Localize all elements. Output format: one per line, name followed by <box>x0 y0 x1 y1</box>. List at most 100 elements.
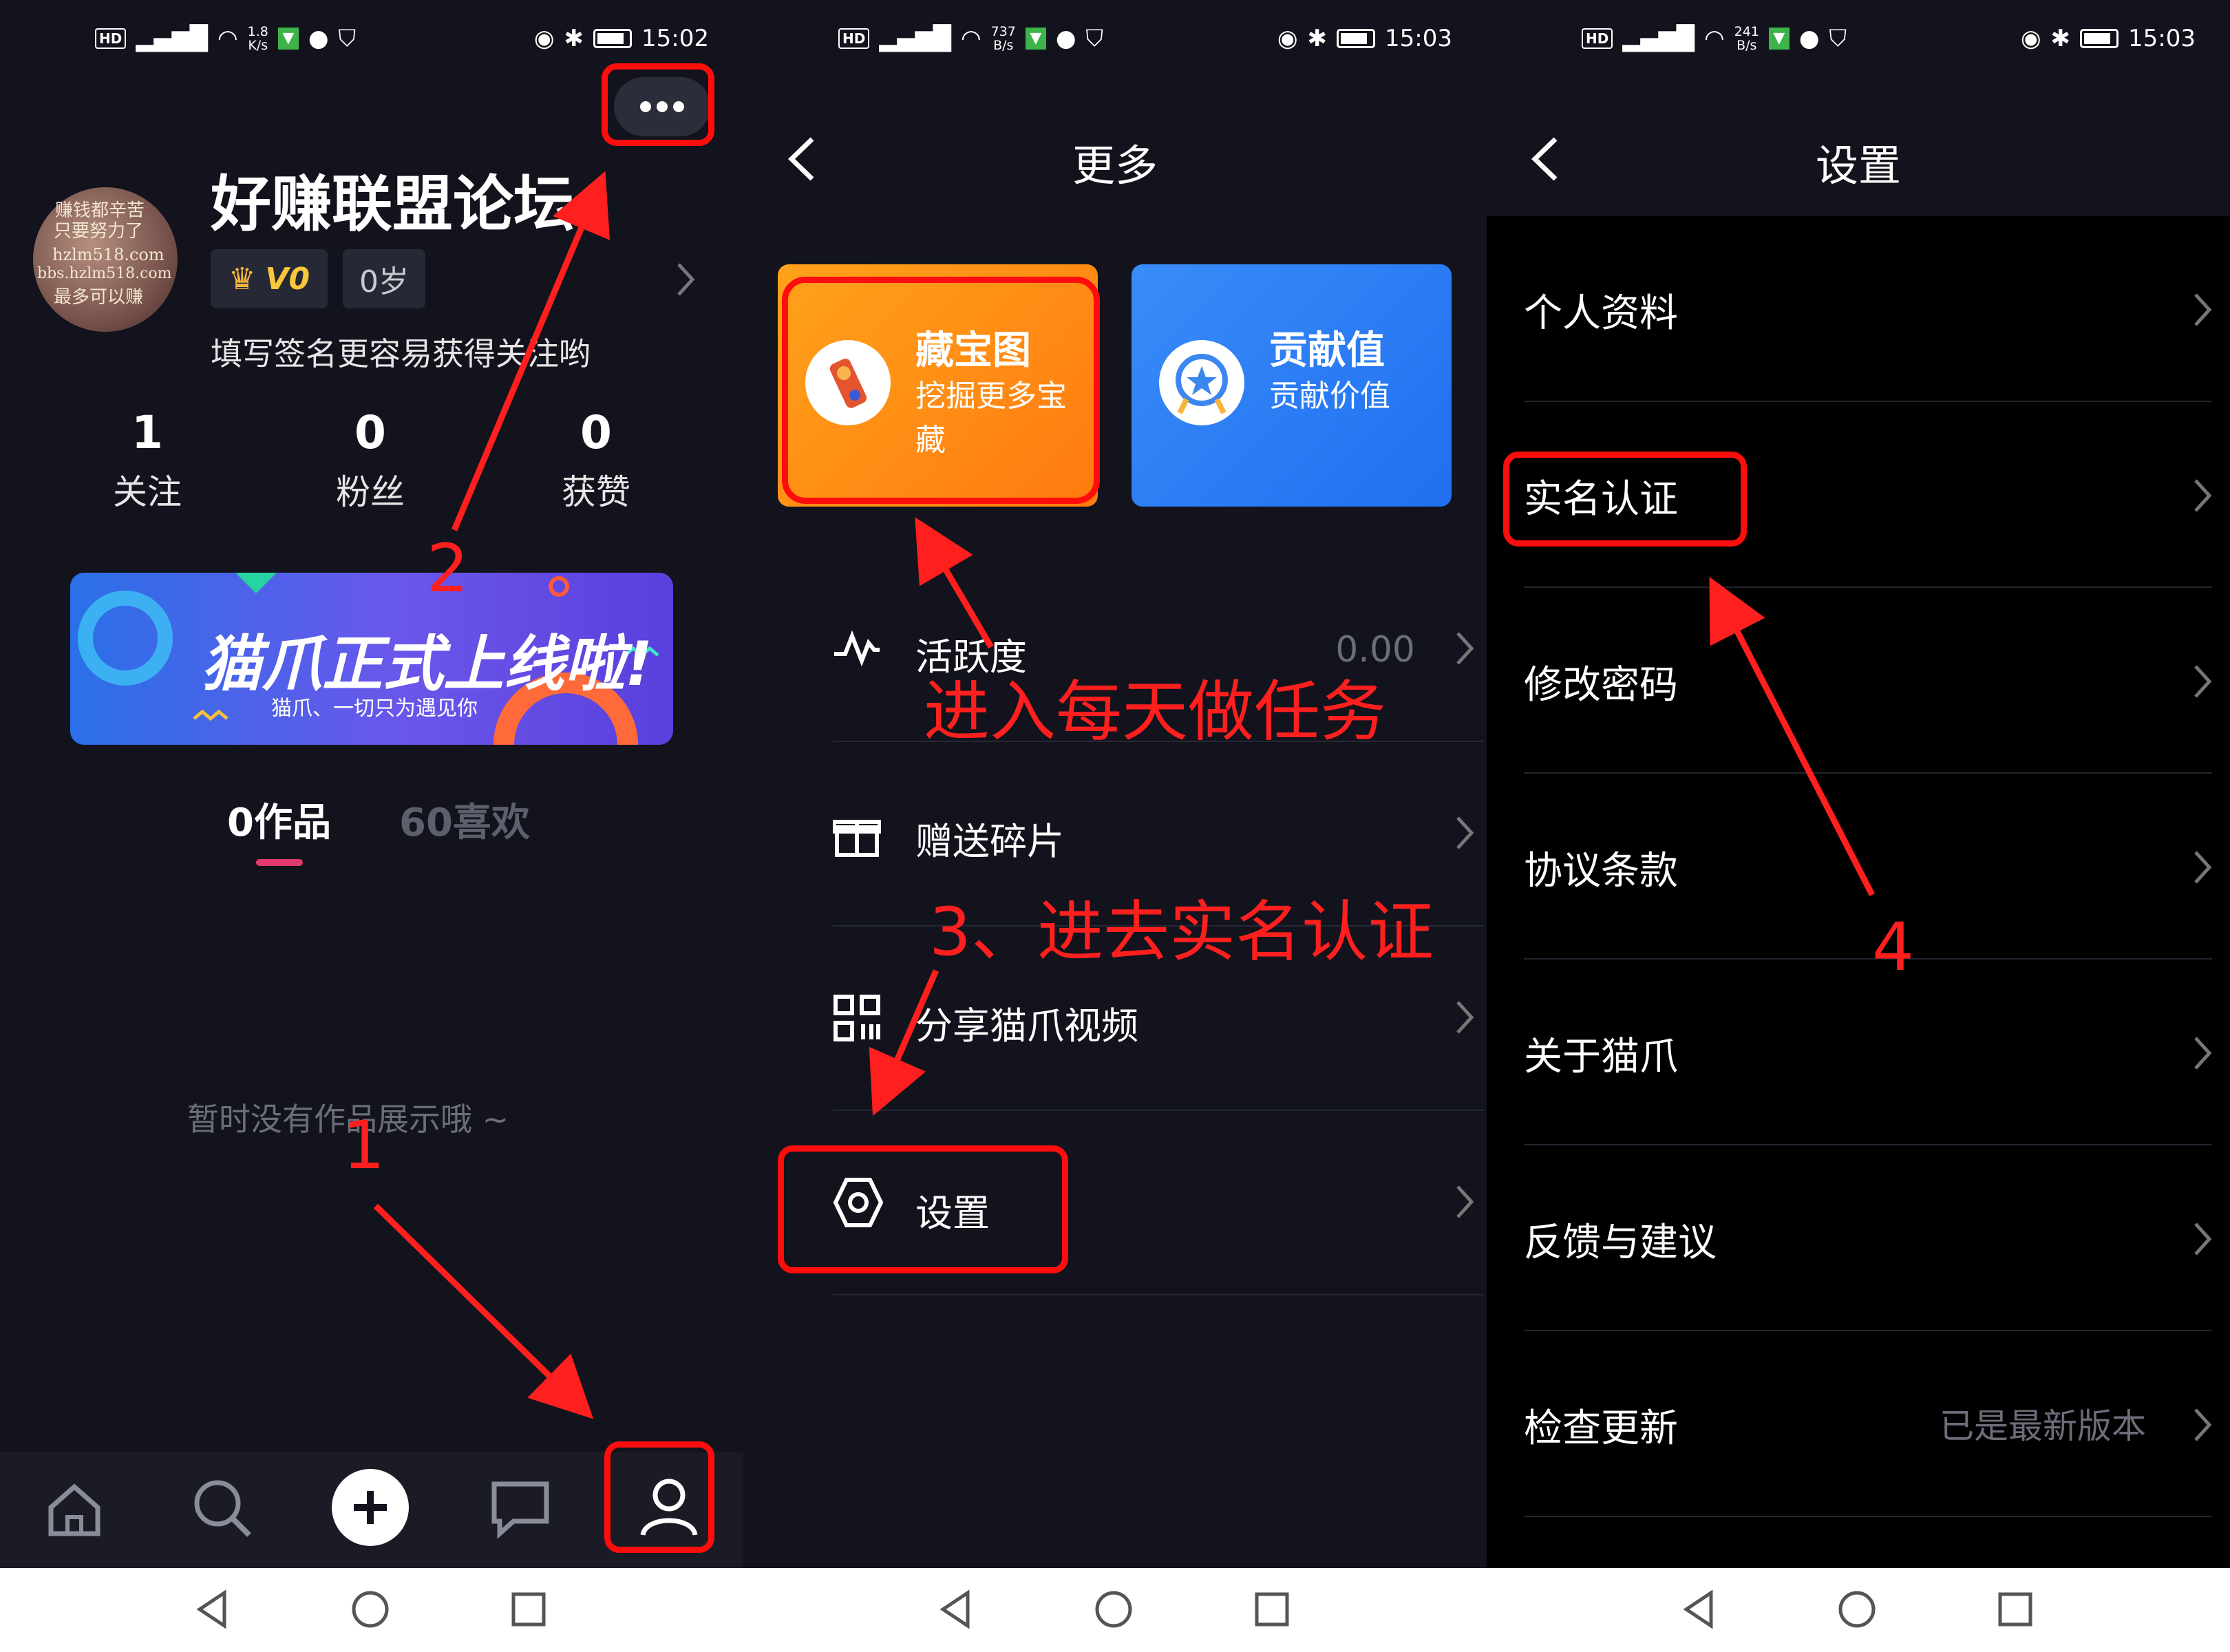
activity-icon <box>834 630 880 667</box>
settings-list: 个人资料 实名认证 修改密码 协议条款 关于猫爪 反馈与建议 检查更新 已是最新… <box>1487 216 2230 1568</box>
gift-icon <box>833 820 881 857</box>
annotation-step-1: 1 <box>343 1107 385 1184</box>
back-nav-icon[interactable] <box>936 1589 977 1630</box>
row-label: 分享猫爪视频 <box>915 1004 1138 1048</box>
row-feedback[interactable]: 反馈与建议 <box>1524 1145 2212 1331</box>
net-speed: 737 B/s <box>990 24 1016 53</box>
eye-icon: ◉ <box>1277 25 1298 52</box>
row-terms[interactable]: 协议条款 <box>1524 774 2212 960</box>
more-screen: HD ▂▄▆█ ◠ 737 B/s ▼ ● ⛉ ◉ ✱ 15:03 更多 藏宝图 … <box>743 0 1487 1568</box>
system-nav-bar <box>0 1568 2230 1652</box>
page-title: 设置 <box>1815 140 1901 191</box>
hd-icon: HD <box>95 28 127 49</box>
row-about[interactable]: 关于猫爪 <box>1524 960 2212 1145</box>
battery-icon <box>1337 29 1376 48</box>
app-notification-icon: ▼ <box>1768 28 1790 50</box>
home-nav-icon[interactable] <box>1093 1589 1134 1630</box>
shield-icon: ⛉ <box>338 25 357 52</box>
message-icon[interactable] <box>479 1466 562 1549</box>
recents-nav-icon[interactable] <box>508 1589 549 1630</box>
chevron-right-icon <box>2194 1222 2212 1256</box>
profile-screen: HD ▂▄▆█ ◠ 1.8 K/s ▼ ● ⛉ ◉ ✱ 15:02 赚钱都辛苦 只… <box>0 0 743 1568</box>
update-status: 已是最新版本 <box>1940 1406 2146 1446</box>
card-title: 贡献值 <box>1269 328 1385 373</box>
avatar[interactable]: 赚钱都辛苦 只要努力了 hzlm518.com bbs.hzlm518.com … <box>33 187 178 332</box>
annotation-step-3: 3、进去实名认证 <box>929 893 1434 971</box>
eye-icon: ◉ <box>2020 25 2041 52</box>
status-bar: HD ▂▄▆█ ◠ 1.8 K/s ▼ ● ⛉ ◉ ✱ 15:02 <box>0 25 743 66</box>
chevron-right-icon <box>1456 1001 1474 1034</box>
bluetooth-icon: ✱ <box>2050 25 2071 52</box>
signal-icon: ▂▄▆█ <box>879 25 951 52</box>
home-nav-icon[interactable] <box>1836 1589 1878 1630</box>
profile-chevron-icon[interactable] <box>675 262 695 297</box>
add-icon[interactable] <box>329 1466 412 1549</box>
chevron-right-icon <box>2194 1037 2212 1070</box>
highlight-real-name <box>1503 452 1747 547</box>
shield-icon: ⛉ <box>1829 25 1847 52</box>
shield-icon: ⛉ <box>1085 25 1104 52</box>
chevron-right-icon <box>1456 816 1474 849</box>
back-nav-icon[interactable] <box>1679 1589 1721 1630</box>
crown-icon: ♛ <box>228 261 256 297</box>
back-nav-icon[interactable] <box>193 1589 234 1630</box>
chevron-right-icon <box>2194 851 2212 884</box>
tab-likes[interactable]: 60喜欢 <box>399 792 530 847</box>
chevron-right-icon <box>2194 293 2212 326</box>
app-notification-icon: ▼ <box>1025 28 1046 50</box>
annotation-step-4: 4 <box>1872 909 1915 986</box>
settings-screen: HD ▂▄▆█ ◠ 241 B/s ▼ ● ⛉ ◉ ✱ 15:03 设置 个人资料… <box>1487 0 2230 1568</box>
recents-nav-icon[interactable] <box>1995 1589 2036 1630</box>
dot-icon: ● <box>1798 25 1820 52</box>
contribution-card[interactable]: 贡献值 贡献价值 <box>1132 264 1452 507</box>
battery-icon <box>2080 29 2119 48</box>
highlight-profile <box>604 1441 714 1553</box>
search-icon[interactable] <box>180 1466 263 1549</box>
row-label: 协议条款 <box>1524 849 1678 893</box>
stat-following[interactable]: 1 关注 <box>65 406 230 514</box>
profile-name: 好赚联盟论坛 <box>211 169 575 240</box>
promo-banner[interactable]: 猫爪正式上线啦! 猫爪、一切只为遇见你 <box>70 573 673 745</box>
age-badge: 0岁 <box>343 249 425 308</box>
dot-icon: ● <box>1055 25 1076 52</box>
row-change-password[interactable]: 修改密码 <box>1524 588 2212 774</box>
row-label: 关于猫爪 <box>1524 1035 1678 1079</box>
battery-icon <box>593 29 633 48</box>
stat-likes[interactable]: 0 获赞 <box>513 406 679 514</box>
medal-icon <box>1159 340 1244 425</box>
app-notification-icon: ▼ <box>277 28 299 50</box>
row-profile[interactable]: 个人资料 <box>1524 216 2212 402</box>
qr-icon <box>833 995 880 1041</box>
card-subtitle: 贡献价值 <box>1269 379 1390 414</box>
level-badge: ♛ V0 <box>211 249 328 308</box>
clock: 15:03 <box>1385 25 1452 52</box>
chevron-right-icon <box>2194 479 2212 512</box>
highlight-treasure-card <box>782 277 1100 504</box>
eye-icon: ◉ <box>533 25 555 52</box>
signal-icon: ▂▄▆█ <box>1622 25 1695 52</box>
stat-followers[interactable]: 0 粉丝 <box>288 406 453 514</box>
chevron-right-icon <box>1456 632 1474 665</box>
signature[interactable]: 填写签名更容易获得关注哟 <box>211 329 591 374</box>
tab-works[interactable]: 0作品 <box>227 792 331 847</box>
row-label: 检查更新 <box>1524 1406 1678 1451</box>
signal-icon: ▂▄▆█ <box>136 25 208 52</box>
dot-icon: ● <box>308 25 329 52</box>
chevron-right-icon <box>1456 1185 1474 1218</box>
home-icon[interactable] <box>33 1466 116 1549</box>
recents-nav-icon[interactable] <box>1251 1589 1293 1630</box>
banner-subtitle: 猫爪、一切只为遇见你 <box>271 697 478 721</box>
hd-icon: HD <box>838 28 870 49</box>
status-bar: HD ▂▄▆█ ◠ 737 B/s ▼ ● ⛉ ◉ ✱ 15:03 <box>743 25 1487 66</box>
row-check-update[interactable]: 检查更新 已是最新版本 <box>1524 1331 2212 1517</box>
chevron-right-icon <box>2194 1408 2212 1441</box>
clock: 15:03 <box>2128 25 2196 52</box>
row-label: 修改密码 <box>1524 663 1678 708</box>
clock: 15:02 <box>641 25 709 52</box>
wifi-icon: ◠ <box>1703 25 1725 52</box>
highlight-settings <box>778 1145 1068 1273</box>
tab-indicator <box>256 859 303 866</box>
annotation-daily-task: 进入每天做任务 <box>924 673 1386 750</box>
status-bar: HD ▂▄▆█ ◠ 241 B/s ▼ ● ⛉ ◉ ✱ 15:03 <box>1487 25 2230 66</box>
home-nav-icon[interactable] <box>350 1589 391 1630</box>
